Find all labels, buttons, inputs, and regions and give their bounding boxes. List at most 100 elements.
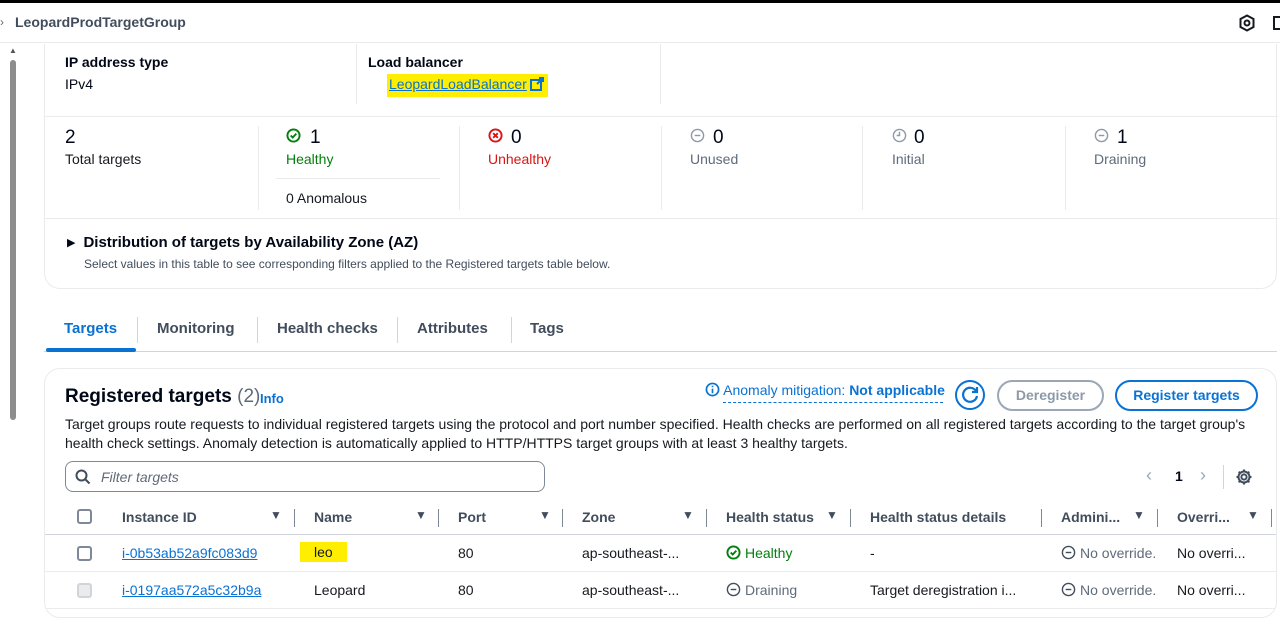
sort-icon[interactable]: ▼ (415, 508, 427, 522)
sort-icon[interactable]: ▼ (1133, 508, 1145, 522)
gear-icon[interactable] (1235, 468, 1253, 486)
column-resizer[interactable] (438, 509, 439, 527)
health-status-text: Draining (745, 582, 798, 598)
target-port: 80 (458, 545, 474, 561)
targets-count: (2) (237, 386, 261, 407)
healthy-count[interactable]: 1 (310, 127, 321, 149)
scrollbar-thumb[interactable] (10, 60, 16, 420)
registered-targets-description: Target groups route requests to individu… (65, 416, 1246, 451)
tab-bar: Targets Monitoring Health checks Attribu… (44, 310, 1277, 352)
anomalous-count[interactable]: 0 Anomalous (286, 190, 367, 206)
page-scrollbar[interactable]: ▲ (8, 44, 18, 609)
target-zone: ap-southeast-... (582, 545, 680, 561)
column-port[interactable]: Port (458, 509, 486, 525)
admin-override: No override. (1061, 545, 1156, 561)
panel-icon[interactable] (1272, 14, 1280, 32)
target-port: 80 (458, 582, 474, 598)
divider (1223, 465, 1224, 489)
chevron-right-icon[interactable]: › (0, 15, 4, 29)
registered-targets-heading: Registered targets (2) (65, 386, 261, 407)
table-row[interactable]: i-0b53ab52a9fc083d9 leo 80 ap-southeast-… (45, 535, 1276, 572)
column-resizer[interactable] (562, 509, 563, 527)
refresh-icon (962, 386, 979, 403)
az-distribution-toggle[interactable]: ▶ Distribution of targets by Availability… (67, 234, 418, 251)
total-targets-count: 2 (65, 127, 76, 148)
column-resizer[interactable] (294, 509, 295, 527)
divider (45, 218, 1278, 219)
dash-circle-icon (690, 128, 705, 143)
column-instance-id[interactable]: Instance ID (122, 509, 197, 525)
pagination-prev-icon[interactable]: ‹ (1146, 465, 1152, 486)
load-balancer-label: Load balancer (368, 54, 463, 70)
column-name[interactable]: Name (314, 509, 352, 525)
load-balancer-link[interactable]: LeopardLoadBalancer (387, 74, 548, 97)
dash-circle-icon (1094, 128, 1109, 143)
divider (276, 178, 440, 179)
sort-icon[interactable]: ▼ (539, 508, 551, 522)
override-value: No overri... (1177, 545, 1246, 561)
target-name: leo (300, 542, 347, 562)
scroll-up-icon[interactable]: ▲ (9, 46, 17, 55)
column-resizer[interactable] (1271, 509, 1272, 527)
divider (258, 126, 259, 210)
unused-count[interactable]: 0 (713, 127, 724, 149)
tab-tags[interactable]: Tags (530, 320, 564, 337)
dash-circle-icon (726, 582, 741, 597)
refresh-button[interactable] (955, 380, 985, 410)
dash-circle-icon (1061, 582, 1076, 597)
target-name: Leopard (314, 582, 366, 598)
draining-count[interactable]: 1 (1117, 127, 1128, 149)
divider (660, 44, 661, 104)
row-checkbox[interactable] (77, 583, 92, 598)
column-resizer[interactable] (706, 509, 707, 527)
sort-icon[interactable]: ▼ (682, 508, 694, 522)
admin-override-text: No override. (1080, 545, 1157, 561)
anomaly-mitigation-value: Not applicable (849, 382, 945, 398)
health-status: Draining (726, 582, 797, 598)
column-zone[interactable]: Zone (582, 509, 615, 525)
sort-icon[interactable]: ▼ (826, 508, 838, 522)
anomaly-mitigation-label: Anomaly mitigation: (723, 382, 846, 398)
table-row[interactable]: i-0197aa572a5c32b9a Leopard 80 ap-southe… (45, 572, 1276, 609)
clock-icon (892, 128, 907, 143)
column-resizer[interactable] (850, 509, 851, 527)
admin-override-text: No override. (1080, 582, 1157, 598)
column-resizer[interactable] (1157, 509, 1158, 527)
dash-circle-icon (1061, 545, 1076, 560)
tab-health-checks[interactable]: Health checks (277, 320, 378, 337)
override-value: No overri... (1177, 582, 1246, 598)
sort-icon[interactable]: ▼ (1247, 508, 1259, 522)
details-card: IP address type IPv4 Load balancer Leopa… (44, 44, 1278, 289)
unhealthy-count[interactable]: 0 (511, 127, 522, 149)
column-administrative-override[interactable]: Admini... (1061, 509, 1120, 525)
info-link[interactable]: Info (260, 391, 284, 406)
pagination-next-icon[interactable]: › (1200, 465, 1206, 486)
column-resizer[interactable] (1041, 509, 1042, 527)
pagination-page[interactable]: 1 (1175, 468, 1183, 484)
sort-icon[interactable]: ▼ (270, 508, 282, 522)
register-targets-button[interactable]: Register targets (1115, 380, 1258, 411)
anomaly-mitigation-link[interactable]: Anomaly mitigation: Not applicable (705, 382, 945, 403)
column-override[interactable]: Overri... (1177, 509, 1230, 525)
registered-targets-card: Registered targets (2) Info Anomaly miti… (44, 368, 1277, 618)
column-health-status[interactable]: Health status (726, 509, 814, 525)
instance-id-link[interactable]: i-0b53ab52a9fc083d9 (122, 545, 257, 561)
health-status: Healthy (726, 545, 792, 561)
divider (356, 44, 357, 104)
check-circle-icon (286, 128, 301, 143)
tab-monitoring[interactable]: Monitoring (157, 320, 234, 337)
deregister-button[interactable]: Deregister (997, 380, 1104, 411)
tab-attributes[interactable]: Attributes (417, 320, 488, 337)
dashed-underline (723, 402, 943, 403)
filter-targets-input[interactable]: Filter targets (65, 461, 545, 492)
row-checkbox[interactable] (77, 546, 92, 561)
instance-id-link[interactable]: i-0197aa572a5c32b9a (122, 582, 261, 598)
initial-count[interactable]: 0 (914, 127, 925, 149)
settings-hex-icon[interactable] (1238, 14, 1256, 32)
title-bar: › LeopardProdTargetGroup (0, 3, 1280, 43)
column-health-status-details[interactable]: Health status details (870, 509, 1006, 525)
unused-label: Unused (690, 151, 739, 167)
check-circle-icon (726, 545, 741, 560)
select-all-checkbox[interactable] (77, 509, 92, 524)
tab-targets[interactable]: Targets (64, 320, 117, 337)
